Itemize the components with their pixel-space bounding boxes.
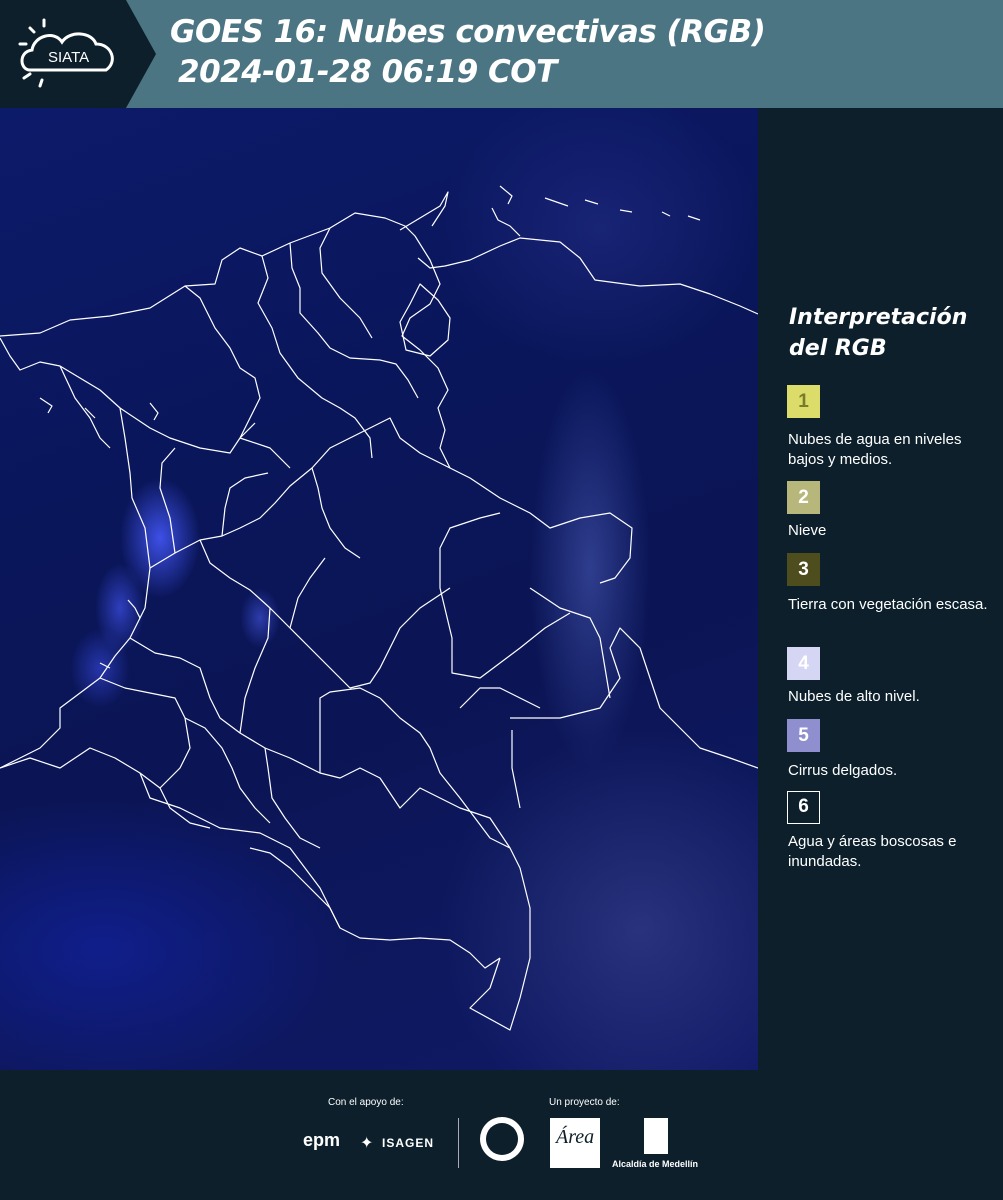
- alcaldia-crest-icon: [644, 1118, 668, 1154]
- svg-text:SIATA: SIATA: [48, 49, 89, 66]
- project-label: Un proyecto de:: [549, 1097, 620, 1108]
- isagen-logo: ISAGEN: [382, 1136, 435, 1150]
- legend-swatch-3: 3: [787, 553, 820, 586]
- legend-swatch-4: 4: [787, 647, 820, 680]
- legend-swatch-1: 1: [787, 385, 820, 418]
- support-label: Con el apoyo de:: [328, 1097, 404, 1108]
- legend-swatch-2: 2: [787, 481, 820, 514]
- siata-logo: SIATA: [0, 0, 160, 108]
- country-borders: [0, 185, 758, 1031]
- map-timestamp: 2024-01-28 06:19 COT: [178, 54, 557, 90]
- legend-label-4: Nubes de alto nivel.: [788, 688, 920, 705]
- alcaldia-label: Alcaldía de Medellín: [612, 1159, 699, 1169]
- footer-divider: [458, 1118, 459, 1168]
- legend-swatch-5: 5: [787, 719, 820, 752]
- epm-logo: epm: [303, 1130, 341, 1150]
- legend-title: Interpretación del RGB: [789, 305, 968, 361]
- header-bar: SIATA GOES 16: Nubes convectivas (RGB) 2…: [0, 0, 1003, 108]
- satellite-map[interactable]: [0, 108, 758, 1070]
- legend-swatch-6: 6: [787, 791, 820, 824]
- legend-label-2: Nieve: [788, 522, 827, 539]
- medellin-seal-icon: [480, 1117, 524, 1161]
- area-metropolitana-logo: Área: [550, 1118, 600, 1168]
- map-title: GOES 16: Nubes convectivas (RGB): [170, 14, 766, 50]
- legend-label-3: Tierra con vegetación escasa.: [788, 596, 988, 613]
- isagen-icon: ✦: [360, 1135, 374, 1152]
- legend-label-5: Cirrus delgados.: [788, 762, 898, 779]
- legend-label-1: Nubes de agua en niveles bajos y medios.: [788, 431, 962, 468]
- legend-label-6: Agua y áreas boscosas e inundadas.: [788, 833, 957, 870]
